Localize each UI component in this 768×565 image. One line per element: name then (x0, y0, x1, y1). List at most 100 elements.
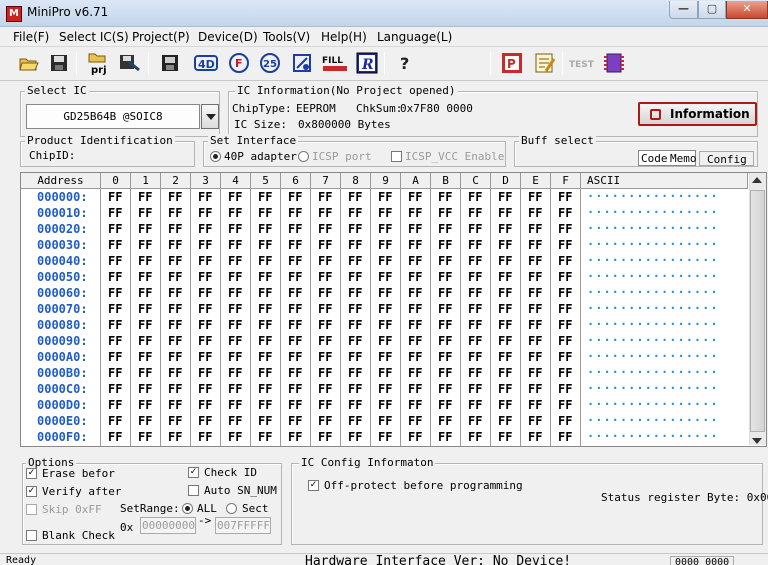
grid-byte-cell[interactable]: FF (138, 270, 152, 284)
grid-byte-cell[interactable]: FF (468, 270, 482, 284)
grid-byte-cell[interactable]: FF (318, 302, 332, 316)
menu-select-ic[interactable]: Select IC(S) (59, 30, 129, 44)
fill-icon[interactable]: FILL (321, 51, 349, 75)
grid-byte-cell[interactable]: FF (408, 254, 422, 268)
grid-byte-cell[interactable]: FF (258, 398, 272, 412)
grid-byte-cell[interactable]: FF (408, 190, 422, 204)
checkbox-check-id[interactable]: ✓ (188, 467, 199, 478)
grid-byte-cell[interactable]: FF (198, 238, 212, 252)
grid-byte-cell[interactable]: FF (468, 414, 482, 428)
grid-byte-cell[interactable]: FF (378, 206, 392, 220)
grid-byte-cell[interactable]: FF (528, 318, 542, 332)
grid-byte-cell[interactable]: FF (378, 382, 392, 396)
grid-byte-cell[interactable]: FF (138, 414, 152, 428)
chip-pins-icon[interactable] (602, 51, 626, 75)
grid-byte-cell[interactable]: FF (108, 190, 122, 204)
scroll-up-icon[interactable] (752, 177, 762, 183)
grid-byte-cell[interactable]: FF (168, 302, 182, 316)
maximize-button[interactable]: ▢ (698, 1, 726, 19)
grid-byte-cell[interactable]: FF (198, 334, 212, 348)
grid-byte-cell[interactable]: FF (468, 318, 482, 332)
grid-byte-cell[interactable]: FF (348, 286, 362, 300)
grid-byte-cell[interactable]: FF (168, 430, 182, 444)
menu-device[interactable]: Device(D) (198, 30, 258, 44)
grid-byte-cell[interactable]: FF (228, 286, 242, 300)
grid-byte-cell[interactable]: FF (168, 414, 182, 428)
grid-byte-cell[interactable]: FF (378, 254, 392, 268)
grid-ascii-cell[interactable]: ................ (587, 410, 719, 424)
grid-address-cell[interactable]: 000040: (37, 254, 88, 268)
grid-byte-cell[interactable]: FF (168, 382, 182, 396)
open-folder-icon[interactable] (17, 51, 41, 75)
grid-byte-cell[interactable]: FF (528, 238, 542, 252)
grid-byte-cell[interactable]: FF (558, 366, 572, 380)
grid-byte-cell[interactable]: FF (408, 350, 422, 364)
grid-byte-cell[interactable]: FF (318, 270, 332, 284)
grid-byte-cell[interactable]: FF (558, 254, 572, 268)
grid-byte-cell[interactable]: FF (378, 270, 392, 284)
grid-byte-cell[interactable]: FF (198, 302, 212, 316)
grid-byte-cell[interactable]: FF (168, 350, 182, 364)
grid-byte-cell[interactable]: FF (408, 286, 422, 300)
grid-byte-cell[interactable]: FF (528, 414, 542, 428)
grid-byte-cell[interactable]: FF (468, 334, 482, 348)
grid-byte-cell[interactable]: FF (558, 222, 572, 236)
grid-byte-cell[interactable]: FF (258, 382, 272, 396)
grid-byte-cell[interactable]: FF (558, 398, 572, 412)
grid-byte-cell[interactable]: FF (378, 430, 392, 444)
grid-byte-cell[interactable]: FF (438, 366, 452, 380)
grid-byte-cell[interactable]: FF (348, 238, 362, 252)
grid-byte-cell[interactable]: FF (198, 414, 212, 428)
grid-byte-cell[interactable]: FF (258, 238, 272, 252)
grid-byte-cell[interactable]: FF (288, 350, 302, 364)
grid-byte-cell[interactable]: FF (108, 398, 122, 412)
grid-byte-cell[interactable]: FF (378, 398, 392, 412)
grid-ascii-cell[interactable]: ................ (587, 218, 719, 232)
grid-byte-cell[interactable]: FF (228, 430, 242, 444)
grid-byte-cell[interactable]: FF (228, 254, 242, 268)
grid-byte-cell[interactable]: FF (408, 430, 422, 444)
grid-byte-cell[interactable]: FF (228, 238, 242, 252)
grid-byte-cell[interactable]: FF (408, 398, 422, 412)
grid-byte-cell[interactable]: FF (318, 190, 332, 204)
grid-byte-cell[interactable]: FF (258, 302, 272, 316)
grid-byte-cell[interactable]: FF (318, 382, 332, 396)
grid-byte-cell[interactable]: FF (108, 414, 122, 428)
grid-address-cell[interactable]: 000060: (37, 286, 88, 300)
grid-byte-cell[interactable]: FF (108, 350, 122, 364)
grid-byte-cell[interactable]: FF (228, 270, 242, 284)
grid-byte-cell[interactable]: FF (438, 238, 452, 252)
grid-byte-cell[interactable]: FF (408, 366, 422, 380)
grid-byte-cell[interactable]: FF (558, 270, 572, 284)
grid-byte-cell[interactable]: FF (318, 334, 332, 348)
grid-byte-cell[interactable]: FF (468, 254, 482, 268)
grid-byte-cell[interactable]: FF (348, 270, 362, 284)
grid-byte-cell[interactable]: FF (198, 206, 212, 220)
grid-byte-cell[interactable]: FF (108, 366, 122, 380)
grid-byte-cell[interactable]: FF (108, 222, 122, 236)
grid-address-cell[interactable]: 000000: (37, 190, 88, 204)
grid-byte-cell[interactable]: FF (348, 366, 362, 380)
grid-byte-cell[interactable]: FF (408, 206, 422, 220)
checkbox-off-protect[interactable]: ✓ (308, 480, 319, 491)
grid-address-cell[interactable]: 000010: (37, 206, 88, 220)
grid-byte-cell[interactable]: FF (498, 190, 512, 204)
grid-ascii-cell[interactable]: ................ (587, 362, 719, 376)
grid-byte-cell[interactable]: FF (168, 334, 182, 348)
grid-byte-cell[interactable]: FF (498, 350, 512, 364)
grid-byte-cell[interactable]: FF (168, 270, 182, 284)
grid-byte-cell[interactable]: FF (408, 238, 422, 252)
save-disk-icon[interactable] (47, 51, 71, 75)
grid-byte-cell[interactable]: FF (168, 398, 182, 412)
ic-dropdown-button[interactable] (201, 104, 219, 129)
grid-byte-cell[interactable]: FF (528, 366, 542, 380)
grid-byte-cell[interactable]: FF (378, 414, 392, 428)
grid-byte-cell[interactable]: FF (348, 206, 362, 220)
grid-byte-cell[interactable]: FF (108, 270, 122, 284)
grid-address-cell[interactable]: 000050: (37, 270, 88, 284)
grid-byte-cell[interactable]: FF (498, 270, 512, 284)
grid-byte-cell[interactable]: FF (228, 318, 242, 332)
grid-byte-cell[interactable]: FF (468, 286, 482, 300)
radio-range-all[interactable] (182, 503, 193, 514)
grid-byte-cell[interactable]: FF (498, 254, 512, 268)
